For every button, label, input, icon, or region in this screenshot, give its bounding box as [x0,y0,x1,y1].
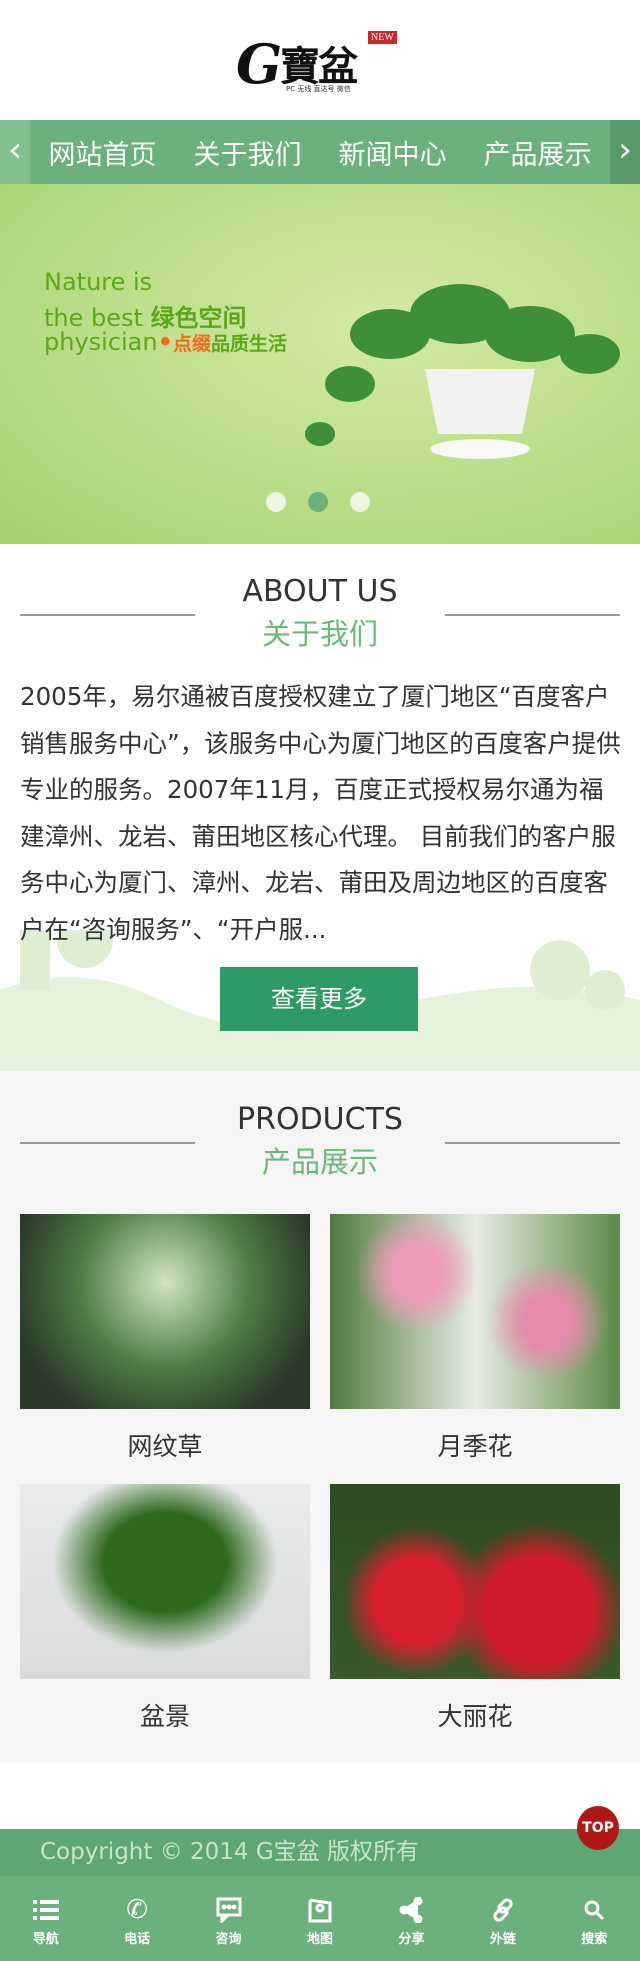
product-name[interactable]: 大丽花 [330,1697,620,1733]
bottom-nav-label: 分享 [398,1932,425,1947]
product-card[interactable]: 网纹草 [20,1214,310,1463]
divider-right [445,614,620,616]
share-icon [366,1892,457,1928]
new-badge: NEW [368,31,397,44]
about-title-zh: 关于我们 [261,617,378,651]
bottom-nav-share[interactable]: 分享 [366,1876,457,1961]
about-text: 2005年，易尔通被百度授权建立了厦门地区“百度客户销售服务中心”，该服务中心为… [20,682,621,944]
map-icon [274,1892,365,1928]
view-more-button[interactable]: 查看更多 [220,967,418,1031]
product-image[interactable] [20,1484,310,1679]
logo[interactable]: G 寶盆 NEW PC 无线 直达号 微信 [236,28,406,96]
copyright: Copyright © 2014 G宝盆 版权所有 [0,1829,640,1876]
plant-image [305,284,620,459]
products-section: PRODUCTS 产品展示 网纹草 月季花 盆景 大丽花 [0,1071,640,1762]
nav-item-about[interactable]: 关于我们 [194,133,302,172]
nav-next-button[interactable]: › [610,120,640,184]
product-name[interactable]: 月季花 [330,1427,620,1463]
phone-icon: ✆ [126,1895,149,1925]
bottom-nav-search[interactable]: 搜索 [549,1876,640,1961]
slide-dot-2[interactable] [308,492,328,512]
slide-indicators [266,492,370,512]
product-card[interactable]: 大丽花 [330,1484,620,1733]
link-icon [457,1892,548,1928]
slide-dot-1[interactable] [266,492,286,512]
nav-item-products[interactable]: 产品展示 [484,133,592,172]
about-title-en: ABOUT US [242,574,398,609]
product-name[interactable]: 网纹草 [20,1427,310,1463]
products-title-zh: 产品展示 [261,1145,378,1179]
divider-right [445,1142,620,1144]
bottom-nav-label: 导航 [32,1932,59,1947]
bottom-nav-label: 地图 [306,1932,333,1947]
bottom-nav-nav[interactable]: 导航 [0,1876,91,1961]
bottom-nav-links[interactable]: 外链 [457,1876,548,1961]
bottom-nav-label: 咨询 [215,1932,242,1947]
slide-dot-3[interactable] [350,492,370,512]
banner-dot: • [157,328,173,356]
logo-letter: G [236,32,283,96]
nav-item-news[interactable]: 新闻中心 [339,133,447,172]
nav-prev-button[interactable]: ‹ [0,120,30,184]
bottom-nav-label: 外链 [489,1932,516,1947]
bottom-nav-map[interactable]: 地图 [274,1876,365,1961]
banner-line-3: physician•点缀品质生活 [44,328,287,356]
chat-icon [183,1892,274,1928]
nav-item-home[interactable]: 网站首页 [49,133,157,172]
banner-slider[interactable]: Nature is the best 绿色空间 physician•点缀品质生活 [0,184,640,544]
search-icon [549,1892,640,1928]
banner-orange-text: 点缀 [172,333,211,355]
bottom-nav-consult[interactable]: 咨询 [183,1876,274,1961]
bottom-nav-label: 搜索 [581,1932,608,1947]
bottom-nav-label: 电话 [124,1932,151,1947]
product-image[interactable] [330,1214,620,1409]
banner-line-3-en: physician [44,328,158,356]
products-title-en: PRODUCTS [237,1102,403,1137]
divider-left [20,1142,195,1144]
product-image[interactable] [330,1484,620,1679]
main-nav: ‹ 网站首页 关于我们 新闻中心 产品展示 › [0,120,640,184]
logo-tagline: PC 无线 直达号 微信 [286,85,351,93]
back-to-top-button[interactable]: TOP [577,1806,619,1850]
product-image[interactable] [20,1214,310,1409]
bottom-nav: 导航 ✆ 电话 咨询 地图 分享 外链 搜索 [0,1876,640,1961]
product-card[interactable]: 盆景 [20,1484,310,1733]
product-name[interactable]: 盆景 [20,1697,310,1733]
bottom-nav-phone[interactable]: ✆ 电话 [91,1876,182,1961]
product-card[interactable]: 月季花 [330,1214,620,1463]
divider-left [20,614,195,616]
list-icon [0,1892,91,1928]
banner-line-1: Nature is [44,268,153,296]
